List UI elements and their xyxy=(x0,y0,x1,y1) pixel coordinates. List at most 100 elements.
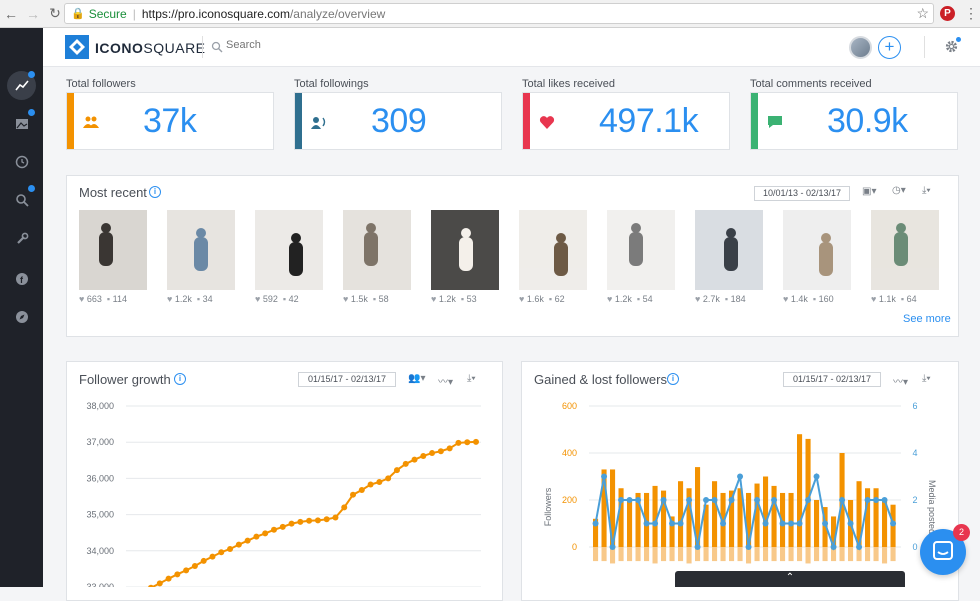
growth-point[interactable] xyxy=(306,517,313,524)
lost-bar[interactable] xyxy=(882,547,888,564)
lost-bar[interactable] xyxy=(822,547,828,562)
lost-bar[interactable] xyxy=(644,547,650,562)
post-thumbnail[interactable] xyxy=(255,210,323,290)
back-icon[interactable]: ← xyxy=(0,6,22,22)
gained-bar[interactable] xyxy=(627,500,633,547)
clock-filter-icon[interactable]: ◷▾ xyxy=(892,185,906,196)
lost-bar[interactable] xyxy=(771,547,777,562)
growth-point[interactable] xyxy=(174,571,181,578)
lost-bar[interactable] xyxy=(763,547,769,562)
lost-bar[interactable] xyxy=(788,547,794,562)
lost-bar[interactable] xyxy=(890,547,896,562)
media-point[interactable] xyxy=(711,497,718,503)
growth-point[interactable] xyxy=(350,491,357,498)
post-thumbnail[interactable] xyxy=(695,210,763,290)
media-point[interactable] xyxy=(839,497,846,503)
media-point[interactable] xyxy=(873,497,880,503)
media-point[interactable] xyxy=(694,544,701,550)
gained-bar[interactable] xyxy=(763,476,769,548)
lost-bar[interactable] xyxy=(593,547,599,562)
lost-bar[interactable] xyxy=(635,547,641,562)
growth-point[interactable] xyxy=(332,514,339,521)
media-point[interactable] xyxy=(847,520,854,527)
growth-point[interactable] xyxy=(455,439,462,446)
download-icon[interactable]: ⤓▾ xyxy=(922,185,931,196)
media-point[interactable] xyxy=(864,497,871,503)
growth-point[interactable] xyxy=(244,537,251,544)
chart-type-icon[interactable]: 〰▾ xyxy=(438,373,453,388)
lost-bar[interactable] xyxy=(805,547,811,564)
lost-bar[interactable] xyxy=(780,547,786,562)
post-thumbnail[interactable] xyxy=(431,210,499,290)
growth-point[interactable] xyxy=(288,520,295,527)
growth-point[interactable] xyxy=(402,460,409,467)
info-icon[interactable]: i xyxy=(667,373,679,385)
growth-point[interactable] xyxy=(393,467,400,474)
growth-point[interactable] xyxy=(323,516,330,523)
growth-point[interactable] xyxy=(200,557,207,564)
lost-bar[interactable] xyxy=(601,547,607,562)
gained-bar[interactable] xyxy=(797,434,803,547)
lost-bar[interactable] xyxy=(797,547,803,562)
media-point[interactable] xyxy=(728,497,735,503)
growth-point[interactable] xyxy=(446,445,453,452)
growth-point[interactable] xyxy=(341,504,348,511)
lost-bar[interactable] xyxy=(729,547,735,562)
media-point[interactable] xyxy=(881,497,888,503)
browser-menu-icon[interactable]: ⋮ xyxy=(964,5,978,22)
media-point[interactable] xyxy=(669,520,676,527)
pinterest-icon[interactable]: P xyxy=(940,6,955,21)
media-point[interactable] xyxy=(754,497,761,503)
growth-point[interactable] xyxy=(270,526,277,533)
gained-bar[interactable] xyxy=(678,481,684,547)
media-point[interactable] xyxy=(720,520,727,527)
info-icon[interactable]: i xyxy=(174,373,186,385)
scroll-to-top-tab[interactable]: ⌃ xyxy=(675,571,905,587)
sidebar-item-search[interactable] xyxy=(7,185,36,214)
sidebar-item-facebook[interactable]: f xyxy=(7,264,36,293)
media-point[interactable] xyxy=(677,520,684,527)
sidebar-item-schedule[interactable] xyxy=(7,147,36,176)
search-input[interactable] xyxy=(226,39,346,51)
media-point[interactable] xyxy=(762,520,769,527)
growth-point[interactable] xyxy=(262,530,269,537)
growth-point[interactable] xyxy=(411,456,418,463)
lost-bar[interactable] xyxy=(627,547,633,562)
sidebar-item-tools[interactable] xyxy=(7,224,36,253)
lost-bar[interactable] xyxy=(661,547,667,562)
lost-bar[interactable] xyxy=(754,547,760,562)
growth-point[interactable] xyxy=(279,523,286,530)
people-filter-icon[interactable]: 👥▾ xyxy=(408,373,425,384)
media-point[interactable] xyxy=(635,497,642,503)
growth-point[interactable] xyxy=(376,479,383,486)
see-more-link[interactable]: See more xyxy=(903,313,951,325)
growth-point[interactable] xyxy=(253,533,260,540)
media-point[interactable] xyxy=(830,544,837,550)
lost-bar[interactable] xyxy=(737,547,743,562)
media-point[interactable] xyxy=(643,520,650,527)
media-point[interactable] xyxy=(788,520,795,527)
forward-icon[interactable]: → xyxy=(22,6,44,22)
lost-bar[interactable] xyxy=(686,547,692,564)
media-point[interactable] xyxy=(601,473,608,480)
most-recent-date-range[interactable]: 10/01/13 - 02/13/17 xyxy=(754,186,850,201)
media-point[interactable] xyxy=(618,497,625,503)
sidebar-item-analytics[interactable] xyxy=(7,71,36,100)
media-point[interactable] xyxy=(771,497,778,503)
growth-point[interactable] xyxy=(429,450,436,457)
media-point[interactable] xyxy=(779,520,786,527)
post-thumbnail[interactable] xyxy=(783,210,851,290)
growth-point[interactable] xyxy=(165,575,172,582)
media-point[interactable] xyxy=(813,473,820,480)
media-point[interactable] xyxy=(856,544,863,550)
growth-point[interactable] xyxy=(156,580,163,587)
growth-point[interactable] xyxy=(227,545,234,552)
media-point[interactable] xyxy=(890,520,897,527)
media-point[interactable] xyxy=(652,520,659,527)
media-point[interactable] xyxy=(703,497,710,503)
lost-bar[interactable] xyxy=(839,547,845,562)
lost-bar[interactable] xyxy=(678,547,684,562)
growth-point[interactable] xyxy=(385,475,392,482)
gained-lost-date-range[interactable]: 01/15/17 - 02/13/17 xyxy=(783,372,881,387)
lost-bar[interactable] xyxy=(712,547,718,562)
